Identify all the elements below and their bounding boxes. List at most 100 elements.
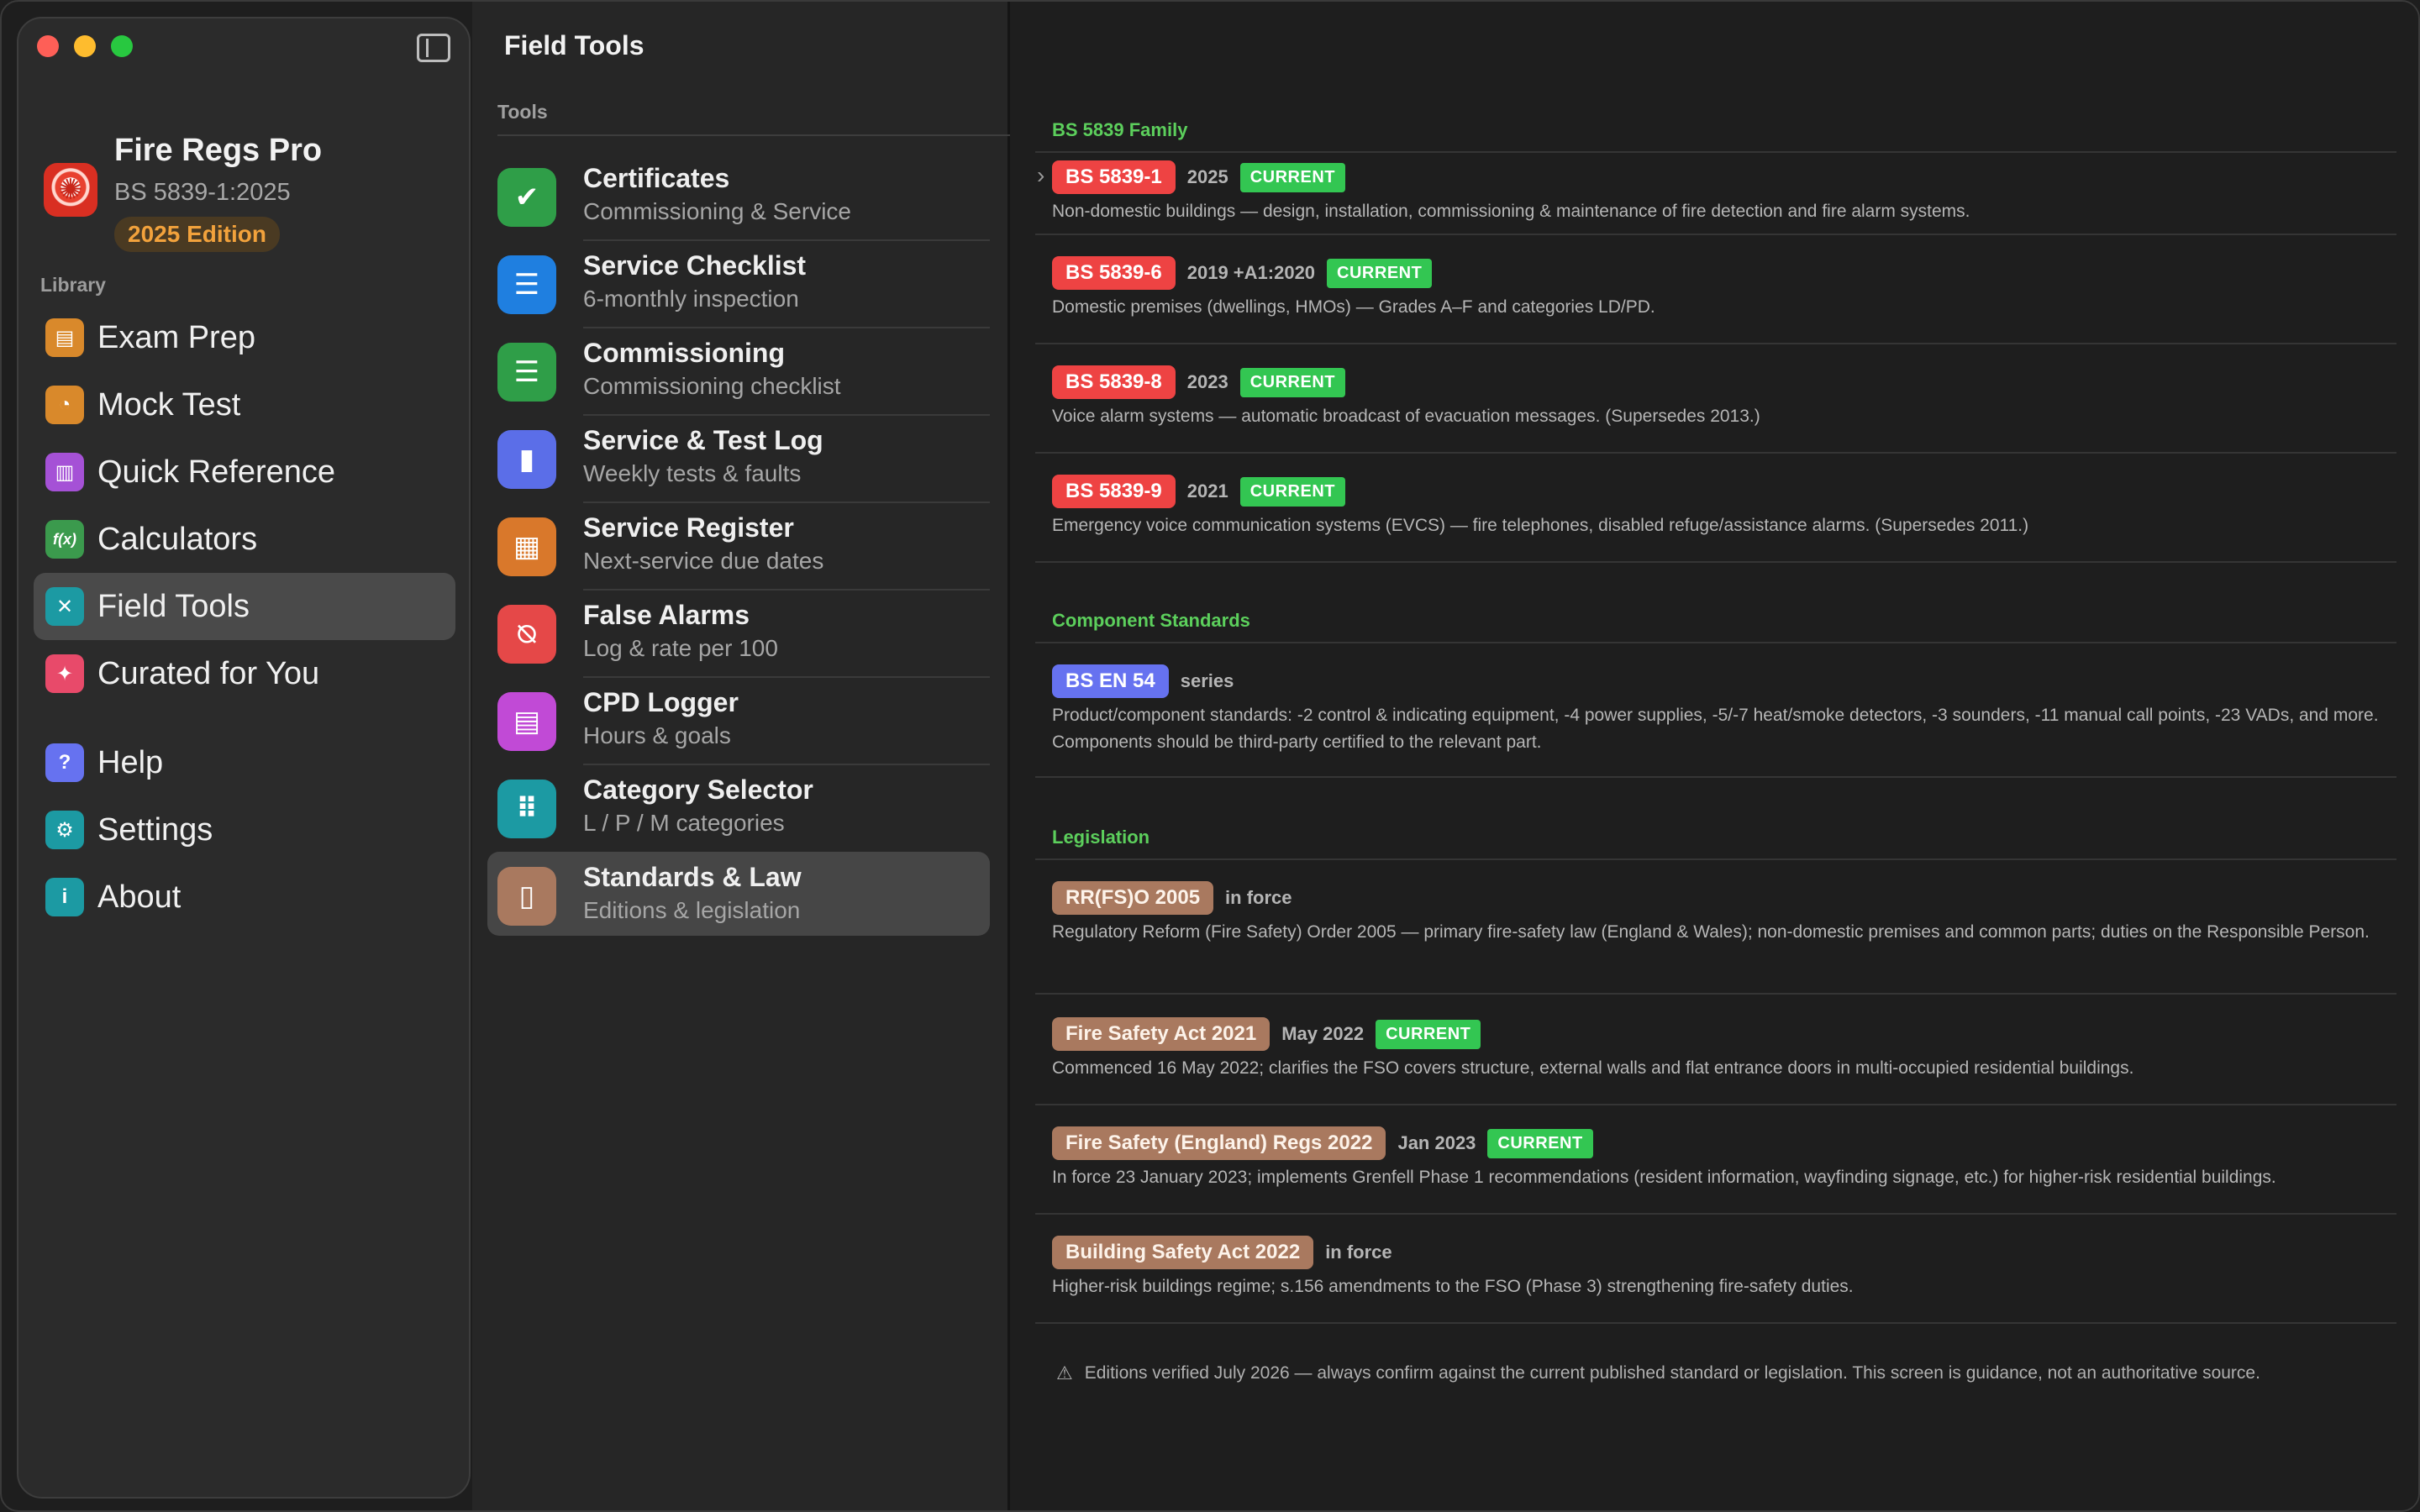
- sidebar-item-calculators[interactable]: f(x) Calculators: [34, 506, 455, 573]
- book-closed-icon: ▯: [497, 867, 556, 926]
- app-logo-icon: [44, 163, 97, 217]
- standard-entry[interactable]: BS 5839-1 2025 CURRENT Non-domestic buil…: [1052, 160, 2396, 225]
- standard-code-badge: BS 5839-6: [1052, 256, 1176, 290]
- tool-commissioning[interactable]: ☰ Commissioning Commissioning checklist: [487, 328, 990, 416]
- close-window-button[interactable]: [37, 35, 59, 57]
- legislation-code-badge: Building Safety Act 2022: [1052, 1236, 1314, 1269]
- standard-year: 2023: [1186, 371, 1228, 392]
- tool-service-register[interactable]: ▦ Service Register Next-service due date…: [487, 502, 990, 591]
- legislation-status: in force: [1225, 887, 1292, 908]
- standard-code-badge: BS 5839-9: [1052, 475, 1176, 508]
- sidebar-item-curated[interactable]: ✦ Curated for You: [34, 640, 455, 707]
- standard-entry[interactable]: BS EN 54 series Product/component standa…: [1052, 664, 2396, 756]
- sidebar-item-settings[interactable]: ⚙ Settings: [34, 796, 455, 864]
- standard-code-badge: BS 5839-8: [1052, 365, 1176, 399]
- sidebar-item-label: Exam Prep: [97, 319, 255, 355]
- tool-title: Category Selector: [583, 774, 813, 805]
- sidebar-item-exam-prep[interactable]: ▤ Exam Prep: [34, 304, 455, 371]
- sidebar-item-field-tools[interactable]: ✕ Field Tools: [34, 573, 455, 640]
- current-badge: CURRENT: [1487, 1128, 1593, 1158]
- disclaimer-text: Editions verified July 2026 — always con…: [1084, 1363, 2260, 1383]
- warning-icon: ⚠: [1056, 1362, 1073, 1383]
- edition-badge: 2025 Edition: [114, 217, 280, 252]
- timer-icon: ◔: [45, 386, 84, 424]
- tool-category-selector[interactable]: ⠿ Category Selector L / P / M categories: [487, 764, 990, 848]
- legislation-code-badge: Fire Safety (England) Regs 2022: [1052, 1126, 1386, 1160]
- tool-title: Certificates: [583, 163, 730, 193]
- legislation-entry[interactable]: Building Safety Act 2022 in force Higher…: [1052, 1235, 2396, 1300]
- tool-subtitle: Next-service due dates: [583, 548, 824, 574]
- standard-code-badge: BS 5839-1: [1052, 160, 1176, 194]
- divider: [1035, 561, 2396, 563]
- tool-certificates[interactable]: ✔ Certificates Commissioning & Service: [487, 153, 990, 241]
- standard-year: 2021: [1186, 480, 1228, 501]
- book-icon: ▮: [497, 430, 556, 489]
- standard-description: Non-domestic buildings — design, install…: [1052, 202, 1970, 221]
- tool-subtitle: Hours & goals: [583, 722, 731, 748]
- sidebar-item-label: Quick Reference: [97, 454, 336, 490]
- tool-title: CPD Logger: [583, 687, 739, 717]
- minimize-window-button[interactable]: [74, 35, 96, 57]
- info-icon: i: [45, 878, 84, 916]
- standard-entry[interactable]: BS 5839-6 2019 +A1:2020 CURRENT Domestic…: [1052, 255, 2396, 321]
- tool-standards-law[interactable]: ▯ Standards & Law Editions & legislation: [487, 852, 990, 936]
- tool-service-test-log[interactable]: ▮ Service & Test Log Weekly tests & faul…: [487, 415, 990, 503]
- tool-false-alarms[interactable]: ⍉ False Alarms Log & rate per 100: [487, 590, 990, 678]
- divider: [1035, 151, 2396, 153]
- sidebar-item-label: Field Tools: [97, 588, 250, 624]
- sidebar-item-label: About: [97, 879, 182, 915]
- check-seal-icon: ✔: [497, 168, 556, 227]
- legislation-entry[interactable]: Fire Safety (England) Regs 2022 Jan 2023…: [1052, 1126, 2396, 1191]
- standard-description: Product/component standards: -2 control …: [1052, 706, 2379, 752]
- disclaimer-note: ⚠ Editions verified July 2026 — always c…: [1056, 1362, 2260, 1384]
- app-window: Fire Regs Pro BS 5839-1:2025 2025 Editio…: [0, 0, 2420, 1512]
- tool-title: Commissioning: [583, 338, 786, 368]
- grid-icon: ⠿: [497, 780, 556, 838]
- clipboard-icon: ▤: [45, 318, 84, 357]
- bell-slash-icon: ⍉: [497, 605, 556, 664]
- divider: [1035, 234, 2396, 235]
- books-icon: ▥: [45, 453, 84, 491]
- standard-year: 2025: [1186, 166, 1228, 187]
- sidebar-item-quick-reference[interactable]: ▥ Quick Reference: [34, 438, 455, 506]
- current-badge: CURRENT: [1327, 258, 1433, 288]
- standard-entry[interactable]: BS 5839-8 2023 CURRENT Voice alarm syste…: [1052, 365, 2396, 430]
- app-subtitle: BS 5839-1:2025: [114, 179, 291, 206]
- sidebar-item-mock-test[interactable]: ◔ Mock Test: [34, 371, 455, 438]
- sidebar-item-help[interactable]: ? Help: [34, 729, 455, 796]
- tool-title: Standards & Law: [583, 862, 802, 892]
- group-title-legislation: Legislation: [1052, 827, 1150, 848]
- tools-section-label: Tools: [497, 101, 548, 123]
- standard-entry[interactable]: BS 5839-9 2021 CURRENT Emergency voice c…: [1052, 474, 2396, 539]
- divider: [1035, 452, 2396, 454]
- divider: [1035, 1322, 2396, 1324]
- current-badge: CURRENT: [1239, 476, 1345, 507]
- legislation-description: Regulatory Reform (Fire Safety) Order 20…: [1052, 922, 2370, 942]
- sidebar-toggle-icon[interactable]: [417, 34, 450, 62]
- standard-description: Emergency voice communication systems (E…: [1052, 516, 2029, 535]
- tool-title: Service & Test Log: [583, 425, 823, 455]
- legislation-description: Commenced 16 May 2022; clarifies the FSO…: [1052, 1058, 2134, 1078]
- standard-description: Domestic premises (dwellings, HMOs) — Gr…: [1052, 297, 1655, 317]
- tool-service-checklist[interactable]: ☰ Service Checklist 6-monthly inspection: [487, 240, 990, 328]
- legislation-entry[interactable]: Fire Safety Act 2021 May 2022 CURRENT Co…: [1052, 1016, 2396, 1082]
- divider: [1035, 858, 2396, 860]
- library-section-label: Library: [40, 274, 106, 296]
- tool-subtitle: Commissioning checklist: [583, 373, 841, 399]
- standard-year: 2019 +A1:2020: [1186, 262, 1316, 283]
- legislation-description: In force 23 January 2023; implements Gre…: [1052, 1168, 2276, 1187]
- sidebar-item-about[interactable]: i About: [34, 864, 455, 931]
- divider: [1035, 343, 2396, 344]
- divider: [1035, 1104, 2396, 1105]
- document-icon: ▤: [497, 692, 556, 751]
- zoom-window-button[interactable]: [111, 35, 133, 57]
- legislation-status: in force: [1325, 1242, 1392, 1263]
- chevron-right-icon[interactable]: ›: [1037, 162, 1044, 189]
- tool-subtitle: Weekly tests & faults: [583, 460, 802, 486]
- tool-cpd-logger[interactable]: ▤ CPD Logger Hours & goals: [487, 677, 990, 765]
- tool-subtitle: 6-monthly inspection: [583, 286, 799, 312]
- legislation-entry[interactable]: RR(FS)O 2005 in force Regulatory Reform …: [1052, 880, 2396, 946]
- divider: [1035, 1213, 2396, 1215]
- divider: [1035, 642, 2396, 643]
- tool-subtitle: Commissioning & Service: [583, 198, 851, 224]
